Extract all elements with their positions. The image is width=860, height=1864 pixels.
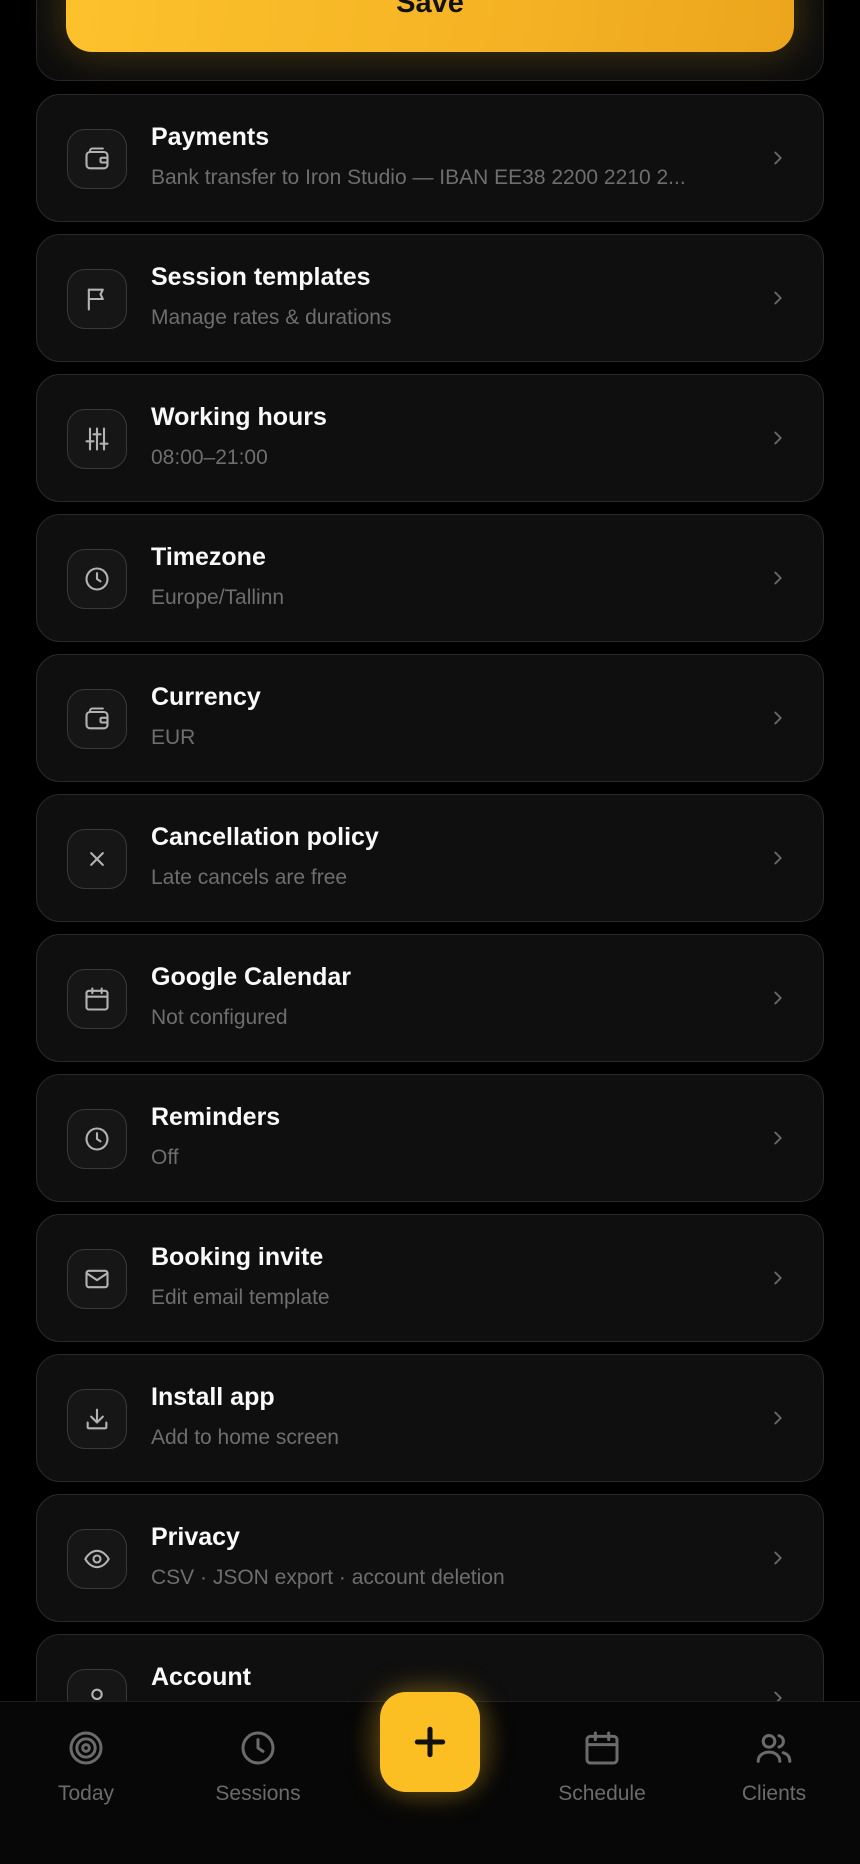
settings-row-session-templates[interactable]: Session templates Manage rates & duratio… xyxy=(36,234,824,362)
row-subtitle: Not configured xyxy=(151,1006,288,1029)
row-title: Install app xyxy=(151,1383,275,1411)
mail-icon xyxy=(67,1249,127,1309)
row-subtitle: Off xyxy=(151,1146,179,1169)
row-title: Working hours xyxy=(151,403,327,431)
chevron-right-icon xyxy=(767,1547,789,1569)
save-button[interactable]: Save xyxy=(66,0,794,52)
chevron-right-icon xyxy=(767,1127,789,1149)
settings-row-install-app[interactable]: Install app Add to home screen xyxy=(36,1354,824,1482)
clock-icon xyxy=(67,1109,127,1169)
chevron-right-icon xyxy=(767,567,789,589)
settings-scroll-area[interactable]: Save Payments Bank transfer to Iron Stud… xyxy=(0,0,860,1701)
calendar-icon xyxy=(67,969,127,1029)
chevron-right-icon xyxy=(767,147,789,169)
plus-icon xyxy=(414,1726,446,1758)
sliders-icon xyxy=(67,409,127,469)
wallet-icon xyxy=(67,689,127,749)
calendar-icon xyxy=(585,1731,619,1765)
row-title: Currency xyxy=(151,683,261,711)
row-title: Payments xyxy=(151,123,270,151)
row-title: Account xyxy=(151,1663,251,1691)
clock-icon xyxy=(67,549,127,609)
settings-row-working-hours[interactable]: Working hours 08:00–21:00 xyxy=(36,374,824,502)
chevron-right-icon xyxy=(767,987,789,1009)
nav-label-sessions: Sessions xyxy=(215,1782,301,1805)
row-subtitle: Bank transfer to Iron Studio — IBAN EE38… xyxy=(151,166,686,189)
chevron-right-icon xyxy=(767,1267,789,1289)
clock-icon xyxy=(241,1731,275,1765)
users-icon xyxy=(756,1734,792,1763)
row-title: Cancellation policy xyxy=(151,823,379,851)
row-subtitle: Edit email template xyxy=(151,1286,330,1309)
nav-label-clients: Clients xyxy=(741,1782,807,1805)
row-subtitle: Late cancels are free xyxy=(151,866,348,889)
row-title: Privacy xyxy=(151,1523,240,1551)
row-title: Booking invite xyxy=(151,1243,324,1271)
row-title: Timezone xyxy=(151,543,266,571)
target-icon xyxy=(69,1731,103,1765)
row-subtitle: 08:00–21:00 xyxy=(151,446,268,469)
chevron-right-icon xyxy=(767,707,789,729)
row-subtitle: Add to home screen xyxy=(151,1426,339,1449)
settings-row-currency[interactable]: Currency EUR xyxy=(36,654,824,782)
chevron-right-icon xyxy=(767,1687,789,1701)
settings-row-payments[interactable]: Payments Bank transfer to Iron Studio — … xyxy=(36,94,824,222)
settings-row-google-calendar[interactable]: Google Calendar Not configured xyxy=(36,934,824,1062)
nav-item-clients[interactable]: Clients xyxy=(704,1724,844,1834)
nav-label-schedule: Schedule xyxy=(558,1782,646,1805)
settings-row-timezone[interactable]: Timezone Europe/Tallinn xyxy=(36,514,824,642)
nav-label-today: Today xyxy=(57,1782,115,1805)
add-session-button[interactable] xyxy=(380,1692,480,1792)
row-title: Reminders xyxy=(151,1103,281,1131)
row-subtitle: Manage rates & durations xyxy=(151,306,392,329)
chevron-right-icon xyxy=(767,287,789,309)
settings-row-cancellation-policy[interactable]: Cancellation policy Late cancels are fre… xyxy=(36,794,824,922)
settings-row-privacy[interactable]: Privacy CSV · JSON export · account dele… xyxy=(36,1494,824,1622)
close-icon xyxy=(67,829,127,889)
row-subtitle: EUR xyxy=(151,726,196,749)
nav-item-sessions[interactable]: Sessions xyxy=(188,1724,328,1834)
user-icon xyxy=(67,1669,127,1701)
row-title: Session templates xyxy=(151,263,371,291)
wallet-icon xyxy=(67,129,127,189)
flag-icon xyxy=(67,269,127,329)
nav-item-today[interactable]: Today xyxy=(16,1724,156,1834)
row-subtitle: CSV · JSON export · account deletion xyxy=(151,1566,505,1589)
chevron-right-icon xyxy=(767,1407,789,1429)
chevron-right-icon xyxy=(767,847,789,869)
nav-item-schedule[interactable]: Schedule xyxy=(532,1724,672,1834)
row-title: Google Calendar xyxy=(151,963,352,991)
chevron-right-icon xyxy=(767,427,789,449)
settings-row-booking-invite[interactable]: Booking invite Edit email template xyxy=(36,1214,824,1342)
eye-icon xyxy=(67,1529,127,1589)
row-subtitle: Europe/Tallinn xyxy=(151,586,285,609)
settings-row-reminders[interactable]: Reminders Off xyxy=(36,1074,824,1202)
download-icon xyxy=(67,1389,127,1449)
